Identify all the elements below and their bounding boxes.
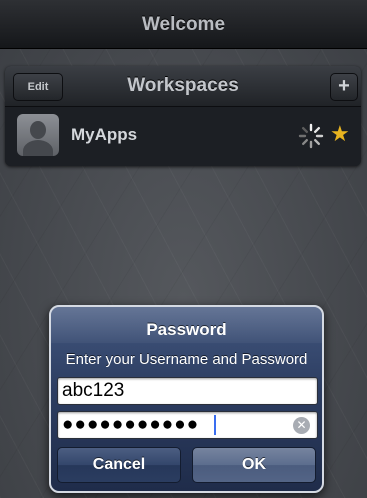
ok-button[interactable]: OK bbox=[192, 447, 316, 483]
password-dialog: Password Enter your Username and Passwor… bbox=[49, 305, 324, 493]
text-cursor bbox=[214, 415, 216, 435]
dialog-message: Enter your Username and Password bbox=[65, 351, 308, 368]
loading-spinner-icon bbox=[298, 123, 324, 149]
cancel-button[interactable]: Cancel bbox=[57, 447, 181, 483]
favorite-star-icon[interactable]: ★ bbox=[330, 121, 350, 147]
workspaces-title: Workspaces bbox=[127, 75, 239, 96]
dialog-title: Password bbox=[146, 320, 227, 339]
clear-icon[interactable]: ✕ bbox=[293, 417, 310, 434]
username-field-box bbox=[57, 377, 318, 405]
title-bar: Welcome bbox=[0, 0, 367, 49]
password-field-box: ✕ bbox=[57, 411, 318, 439]
workspaces-header: Edit Workspaces + bbox=[5, 66, 361, 107]
username-input[interactable] bbox=[58, 378, 288, 404]
user-silhouette-icon bbox=[17, 114, 59, 156]
page-title: Welcome bbox=[141, 14, 226, 35]
password-input[interactable] bbox=[58, 412, 288, 438]
add-workspace-button[interactable]: + bbox=[330, 73, 358, 101]
workspaces-panel: Edit Workspaces + MyApps ★ bbox=[5, 66, 361, 166]
workspace-name: MyApps bbox=[71, 125, 138, 144]
workspace-item-myapps[interactable]: MyApps ★ bbox=[5, 107, 361, 166]
